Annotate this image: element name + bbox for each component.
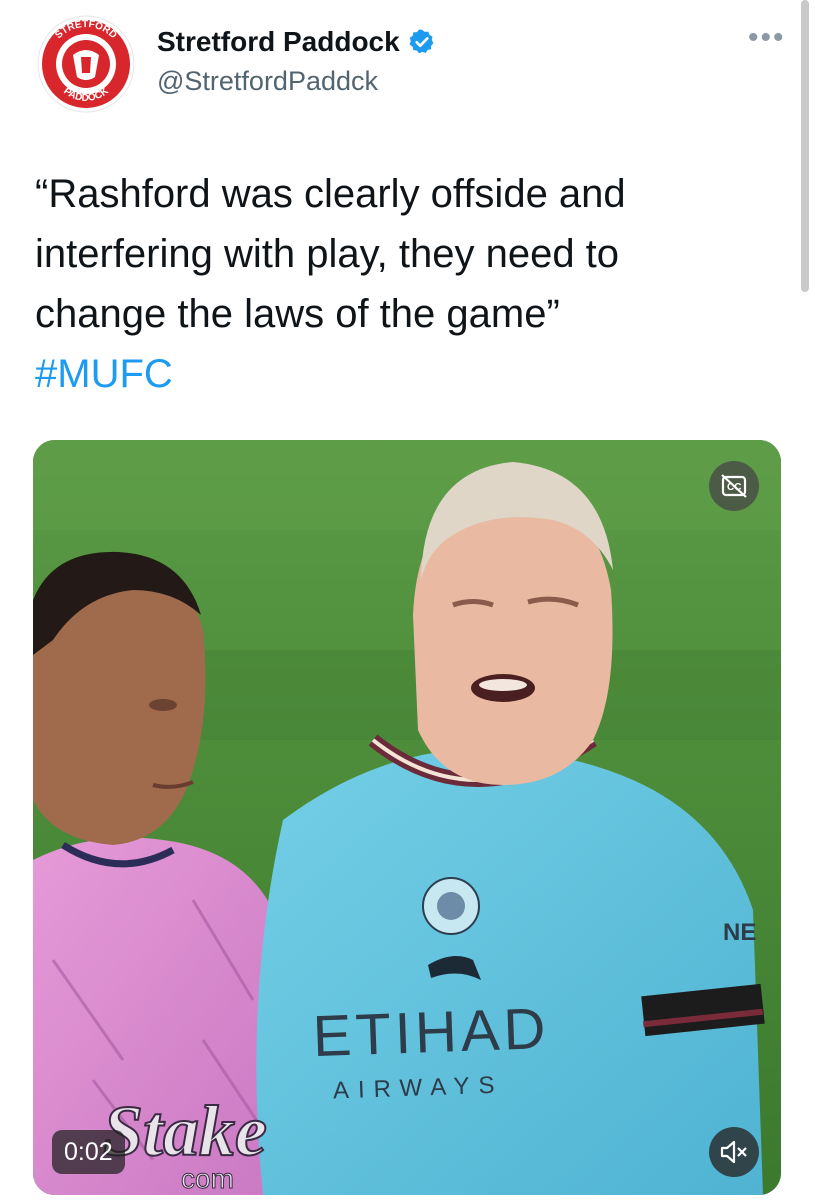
more-horizontal-icon[interactable]: ••• <box>748 23 786 53</box>
tweet-body: “Rashford was clearly offside and interf… <box>35 172 626 336</box>
author-display-name[interactable]: Stretford Paddock <box>157 26 400 58</box>
author-name-row[interactable]: Stretford Paddock <box>157 26 436 58</box>
sponsor-stake-sub: com <box>181 1163 234 1194</box>
video-elapsed-time: 0:02 <box>52 1130 125 1174</box>
avatar[interactable]: STRETFORD PADDOCK <box>35 15 137 113</box>
closed-captions-off-icon[interactable]: CC <box>709 461 759 511</box>
tweet-text: “Rashford was clearly offside and interf… <box>35 164 755 404</box>
author-handle[interactable]: @StretfordPaddck <box>157 66 378 97</box>
video-frame: ETIHAD AIRWAYS NE Stake com <box>33 440 781 1195</box>
hashtag-link[interactable]: #MUFC <box>35 344 755 404</box>
volume-muted-icon[interactable] <box>709 1127 759 1177</box>
video-player[interactable]: ETIHAD AIRWAYS NE Stake com CC 0:02 <box>33 440 781 1195</box>
sleeve-text: NE <box>723 919 756 946</box>
sponsor-stake: Stake <box>103 1091 267 1171</box>
scrollbar[interactable] <box>801 0 809 292</box>
sponsor-etihad: ETIHAD <box>312 996 551 1069</box>
verified-badge-icon <box>409 29 434 54</box>
right-player-shirt <box>256 749 763 1195</box>
